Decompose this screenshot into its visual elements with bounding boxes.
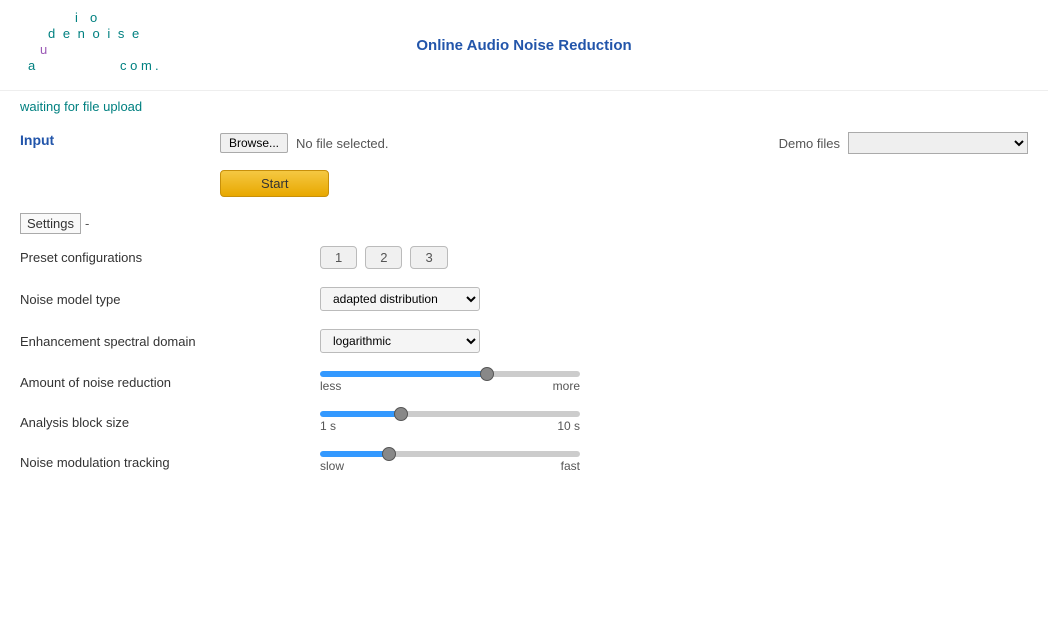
input-section: Input Browse... No file selected. Demo f… <box>20 132 1028 154</box>
analysis-block-row: Analysis block size 1 s 10 s <box>20 411 1028 433</box>
logo-denoise: d e n o i s e <box>48 26 141 41</box>
logo-com: c o m <box>120 58 152 73</box>
analysis-block-slider[interactable] <box>320 411 580 417</box>
analysis-block-labels: 1 s 10 s <box>320 419 580 433</box>
noise-modulation-labels: slow fast <box>320 459 580 473</box>
noise-reduction-labels: less more <box>320 379 580 393</box>
noise-modulation-row: Noise modulation tracking slow fast <box>20 451 1028 473</box>
start-row: Start <box>20 170 1028 197</box>
noise-reduction-max-label: more <box>553 379 580 393</box>
noise-reduction-slider[interactable] <box>320 371 580 377</box>
settings-section: Settings - Preset configurations 1 2 3 N… <box>20 213 1028 473</box>
demo-files-label: Demo files <box>779 136 840 151</box>
preset-button-1[interactable]: 1 <box>320 246 357 269</box>
noise-reduction-label: Amount of noise reduction <box>20 375 320 390</box>
file-name-label: No file selected. <box>296 136 389 151</box>
preset-config-label: Preset configurations <box>20 250 320 265</box>
preset-buttons-group: 1 2 3 <box>320 246 1028 269</box>
enhancement-label: Enhancement spectral domain <box>20 334 320 349</box>
logo: i o d e n o i s e u a c o m . <box>20 10 200 80</box>
input-label-area: Input <box>20 132 220 148</box>
noise-modulation-control: slow fast <box>320 451 1028 473</box>
enhancement-row: Enhancement spectral domain logarithmic … <box>20 329 1028 353</box>
logo-a: a <box>28 58 35 73</box>
analysis-block-label: Analysis block size <box>20 415 320 430</box>
noise-modulation-min-label: slow <box>320 459 344 473</box>
noise-modulation-max-label: fast <box>561 459 580 473</box>
logo-i: i <box>75 10 78 25</box>
settings-controls: Preset configurations 1 2 3 Noise model … <box>20 246 1028 473</box>
noise-reduction-row: Amount of noise reduction less more <box>20 371 1028 393</box>
enhancement-control: logarithmic linear mel <box>320 329 1028 353</box>
noise-modulation-slider[interactable] <box>320 451 580 457</box>
logo-o: o <box>90 10 97 25</box>
noise-modulation-slider-wrap: slow fast <box>320 451 1028 473</box>
analysis-block-min-label: 1 s <box>320 419 336 433</box>
noise-model-row: Noise model type adapted distribution st… <box>20 287 1028 311</box>
demo-files-select[interactable] <box>848 132 1028 154</box>
header: i o d e n o i s e u a c o m . Online Aud… <box>0 0 1048 91</box>
settings-dash: - <box>85 216 89 231</box>
analysis-block-max-label: 10 s <box>557 419 580 433</box>
settings-header-row: Settings - <box>20 213 1028 234</box>
noise-reduction-min-label: less <box>320 379 341 393</box>
logo-u: u <box>40 42 47 57</box>
enhancement-select[interactable]: logarithmic linear mel <box>320 329 480 353</box>
status-bar: waiting for file upload <box>0 91 1048 122</box>
main-content: Input Browse... No file selected. Demo f… <box>0 122 1048 501</box>
input-label: Input <box>20 132 54 148</box>
preset-button-3[interactable]: 3 <box>410 246 447 269</box>
logo-dot: . <box>155 58 159 73</box>
analysis-block-slider-wrap: 1 s 10 s <box>320 411 1028 433</box>
noise-reduction-slider-wrap: less more <box>320 371 1028 393</box>
input-controls: Browse... No file selected. Demo files <box>220 132 1028 154</box>
analysis-block-control: 1 s 10 s <box>320 411 1028 433</box>
noise-reduction-control: less more <box>320 371 1028 393</box>
noise-model-control: adapted distribution stationary white no… <box>320 287 1028 311</box>
noise-model-label: Noise model type <box>20 292 320 307</box>
status-text: waiting for file upload <box>20 99 142 114</box>
settings-label: Settings <box>20 213 81 234</box>
start-button[interactable]: Start <box>220 170 329 197</box>
preset-config-row: Preset configurations 1 2 3 <box>20 246 1028 269</box>
noise-modulation-label: Noise modulation tracking <box>20 455 320 470</box>
noise-model-select[interactable]: adapted distribution stationary white no… <box>320 287 480 311</box>
preset-button-2[interactable]: 2 <box>365 246 402 269</box>
browse-button[interactable]: Browse... <box>220 133 288 153</box>
site-title: Online Audio Noise Reduction <box>416 37 631 54</box>
